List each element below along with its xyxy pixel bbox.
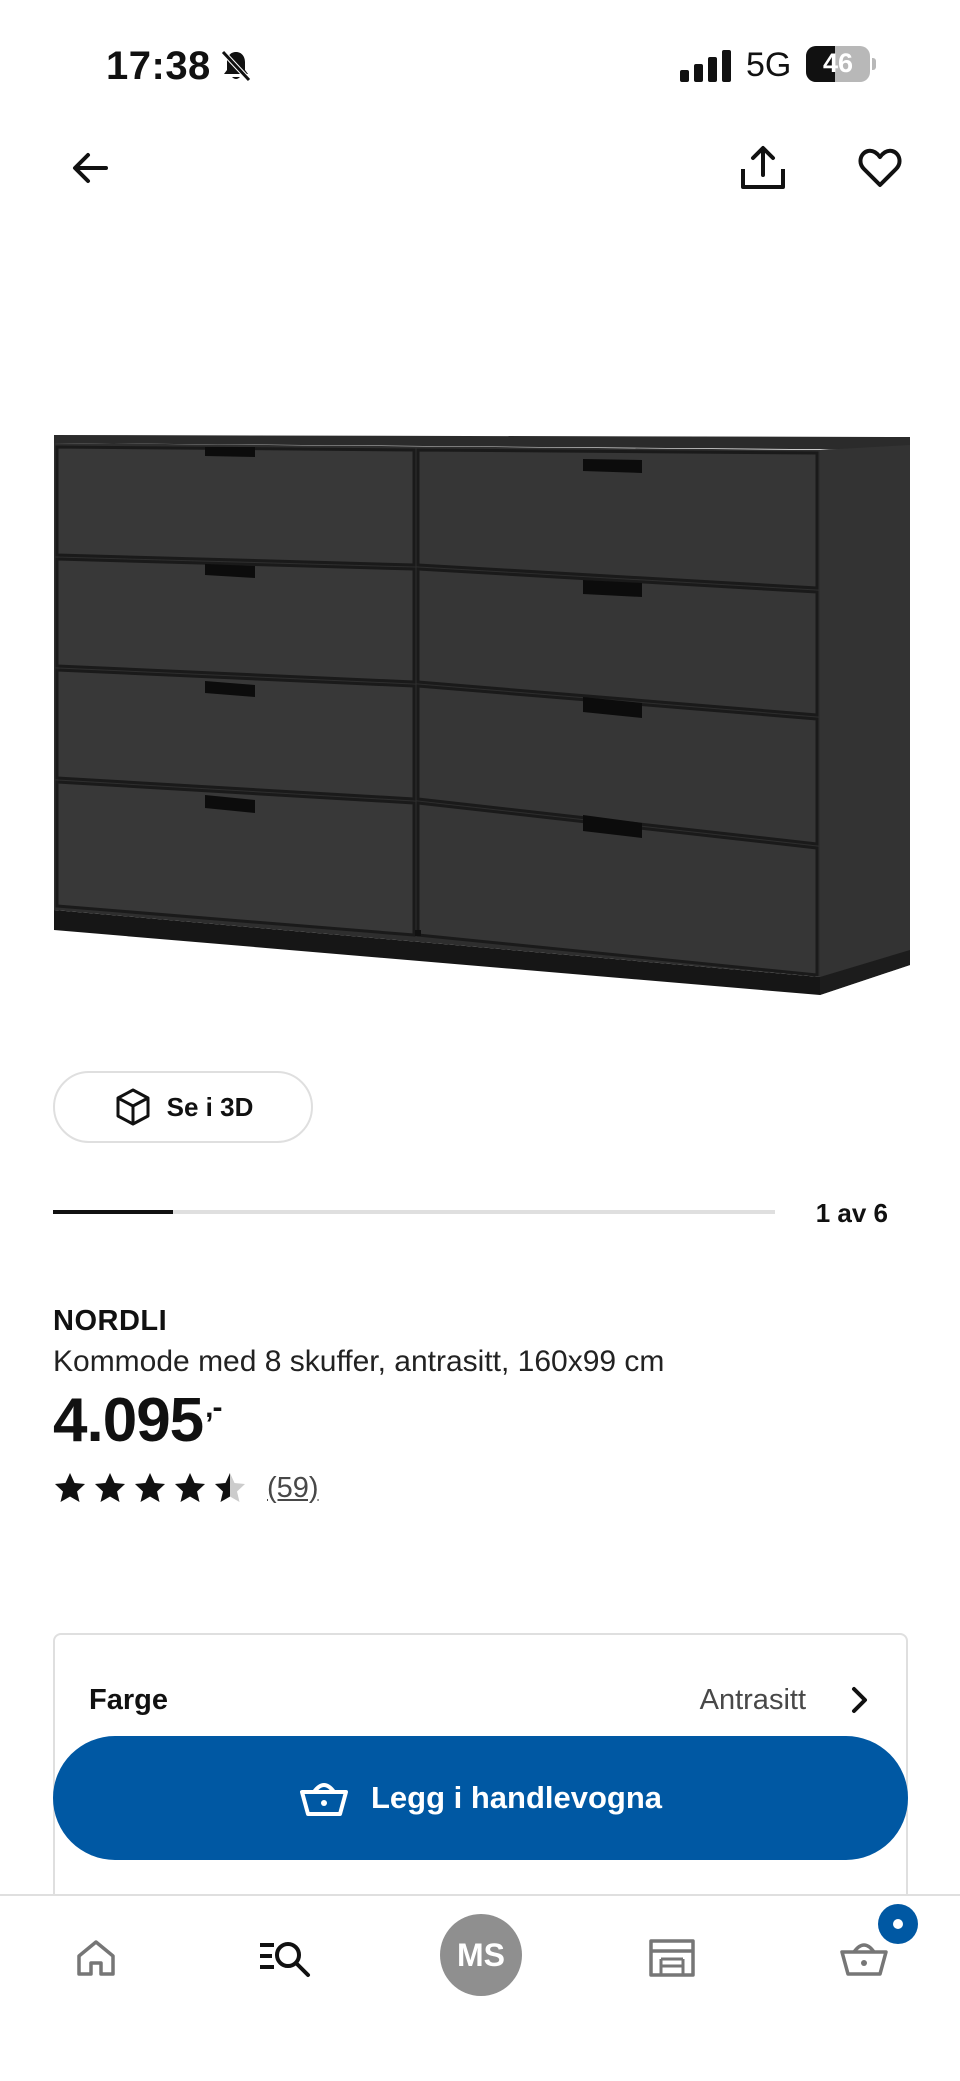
product-price: 4.095 ,- [53,1385,223,1456]
back-button[interactable] [60,138,120,198]
status-bar: 17:38 5G 46 [0,0,960,130]
cart-icon [840,1943,888,1976]
star-icon [55,1473,85,1502]
nav-home[interactable] [56,1918,136,1998]
store-icon [649,1939,695,1977]
share-icon [741,146,785,189]
review-count[interactable]: (59) [267,1472,319,1505]
home-icon [77,1940,115,1976]
star-icon [175,1473,205,1502]
star-icon [215,1473,245,1502]
signal-icon [680,50,731,82]
bell-muted-icon [221,50,251,82]
nav-search[interactable] [246,1918,326,1998]
product-name: NORDLI [53,1305,168,1337]
view-3d-button[interactable]: Se i 3D [53,1071,313,1143]
view-3d-label: Se i 3D [166,1091,254,1122]
basket-icon [299,1783,348,1816]
color-option-value: Antrasitt [699,1683,806,1716]
color-option-label: Farge [89,1683,168,1716]
star-icon [95,1473,125,1502]
product-rating[interactable]: (59) [53,1471,319,1505]
gallery-counter: 1 av 6 [815,1198,888,1228]
product-image[interactable] [40,395,920,1035]
nav-profile-avatar[interactable]: MS [440,1914,522,1996]
battery-indicator: 46 [806,46,876,82]
star-icon [135,1473,165,1502]
nav-store[interactable] [632,1918,712,1998]
status-time: 17:38 [106,44,211,88]
network-type: 5G [746,46,792,84]
product-description: Kommode med 8 skuffer, antrasitt, 160x99… [53,1345,665,1378]
heart-icon [858,148,902,187]
price-value: 4.095 [53,1386,204,1455]
search-list-icon [260,1942,310,1977]
chevron-right-icon [852,1687,867,1713]
gallery-progress-track [53,1210,775,1214]
add-to-cart-button[interactable]: Legg i handlevogna [53,1736,908,1860]
bottom-navigation: MS [0,1894,960,2081]
price-suffix: ,- [205,1391,222,1424]
arrow-left-icon [73,153,108,183]
cart-badge [878,1904,918,1944]
cube-icon [116,1088,150,1126]
battery-level: 46 [822,48,854,78]
gallery-progress-fill [53,1210,174,1214]
share-button[interactable] [733,138,793,198]
favorite-button[interactable] [850,138,910,198]
add-to-cart-label: Legg i handlevogna [370,1780,663,1815]
